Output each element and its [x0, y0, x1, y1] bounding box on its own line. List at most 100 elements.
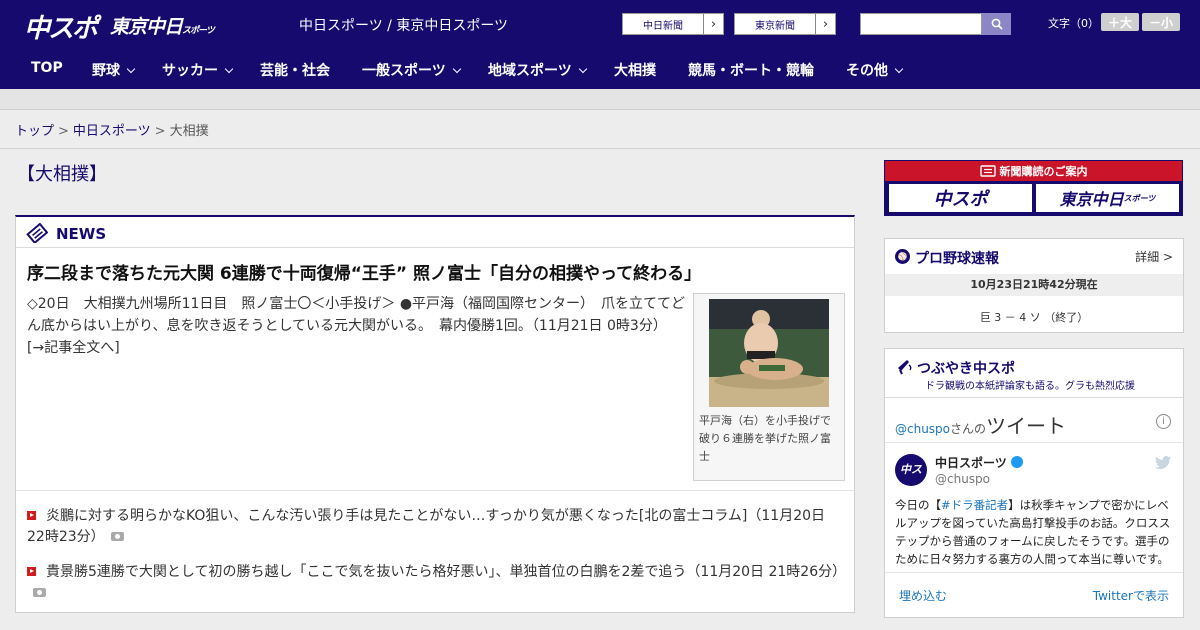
camera-icon: [33, 588, 46, 597]
nav-label: 大相撲: [614, 63, 656, 79]
chunichi-shimbun-button[interactable]: 中日新聞 ›: [622, 13, 724, 35]
nav-general-sports[interactable]: 一般スポーツ: [362, 60, 461, 80]
breadcrumb-separator: >: [154, 124, 166, 139]
camera-icon: [110, 532, 124, 541]
nav-baseball[interactable]: 野球: [92, 60, 136, 80]
chevron-down-icon: [126, 64, 136, 74]
news-header: NEWS: [16, 217, 854, 248]
play-bullet-icon: [27, 567, 36, 576]
list-item-time: （11月20日 21時26分）: [686, 564, 847, 580]
breadcrumb-separator: >: [58, 124, 69, 139]
chuspo-subscribe-logo[interactable]: 中スポ: [889, 184, 1032, 212]
newspaper-icon: [979, 165, 996, 177]
site-names[interactable]: 中日スポーツ / 東京中日スポーツ: [299, 15, 508, 35]
divider: [0, 148, 1200, 149]
nav-label: 地域スポーツ: [488, 63, 572, 79]
list-item-title[interactable]: 炎鵬に対する明らかなKO狙い、こんな汚い張り手は見たことがない…すっかり気が悪く…: [46, 508, 747, 524]
news-section: NEWS 序二段まで落ちた元大関 6連勝で十両復帰“王手” 照ノ富士「自分の相撲…: [15, 215, 855, 613]
nav-label: 芸能・社会: [260, 63, 330, 79]
timeline-heading: @chuspoさんのツイート: [895, 410, 1066, 439]
account-name-text: 中日スポーツ: [935, 456, 1007, 470]
sumo-photo-art: [709, 299, 829, 407]
play-bullet-icon: [27, 511, 36, 520]
baseball-details-link[interactable]: 詳細 >: [1135, 248, 1173, 265]
search-icon: [991, 18, 1003, 30]
nav-label: 一般スポーツ: [362, 63, 446, 79]
chevron-down-icon: [224, 64, 234, 74]
news-body[interactable]: ◇20日 大相撲九州場所11日目 照ノ富士〇＜小手投げ＞ ●平戸海（福岡国際セン…: [27, 293, 687, 359]
timeline-tweet-word: ツイート: [986, 414, 1067, 438]
verified-icon: [1010, 456, 1023, 468]
tweets-subtitle: ドラ観戦の本紙評論家も語る。グラも熱烈応援: [925, 381, 1135, 392]
baseball-score[interactable]: 巨 3 － 4 ソ （終了）: [885, 309, 1183, 325]
nav-sumo[interactable]: 大相撲: [614, 60, 656, 80]
breadcrumb-chunichi[interactable]: 中日スポーツ: [73, 124, 151, 139]
subscription-label: 新聞購読のご案内: [999, 165, 1088, 178]
sumo-photo[interactable]: [709, 299, 829, 407]
search-button[interactable]: [982, 13, 1011, 35]
nav-soccer[interactable]: サッカー: [162, 60, 234, 80]
chunichi-shimbun-label: 中日新聞: [643, 20, 683, 32]
top-header: 中スポ 東京中日スポーツ 中日スポーツ / 東京中日スポーツ 中日新聞 › 東京…: [0, 0, 1200, 48]
photo-caption: 平戸海（右）を小手投げで破り６連勝を挙げた照ノ富士: [699, 414, 831, 463]
pro-baseball-panel: ⚾ プロ野球速報 詳細 > 10月23日21時42分現在 巨 3 － 4 ソ （…: [884, 238, 1184, 333]
subscription-banner[interactable]: 新聞購読のご案内 中スポ 東京中日 スポーツ: [884, 160, 1183, 216]
chuspo-logo[interactable]: 中スポ: [24, 8, 98, 45]
chevron-down-icon: [578, 64, 587, 74]
nav-label: その他: [846, 63, 888, 79]
tweets-panel: つぶやき中スポ ドラ観戦の本紙評論家も語る。グラも熱烈応援 @chuspoさんの…: [884, 348, 1184, 618]
chevron-down-icon: [452, 64, 461, 74]
breadcrumb-current: 大相撲: [169, 124, 209, 139]
nav-racing[interactable]: 競馬・ボート・競輪: [688, 60, 814, 80]
avatar[interactable]: 中スポ: [895, 454, 927, 508]
breadcrumb-top[interactable]: トップ: [15, 124, 54, 139]
font-smaller-button[interactable]: －小: [1142, 13, 1180, 31]
tokyo-subscribe-main: 東京中日: [1059, 190, 1124, 209]
news-photo-card[interactable]: 平戸海（右）を小手投げで破り６連勝を挙げた照ノ富士: [693, 293, 845, 481]
tokyo-shimbun-button[interactable]: 東京新聞 ›: [734, 13, 836, 35]
tokyo-chunichi-logo[interactable]: 東京中日スポーツ: [110, 12, 215, 39]
newspaper-icon: [26, 223, 48, 243]
tokyo-logo-main: 東京中日: [110, 16, 183, 38]
nav-label: サッカー: [162, 63, 218, 79]
nav-other[interactable]: その他: [846, 60, 904, 80]
megaphone-icon: [898, 360, 912, 375]
chevron-right-icon: ›: [815, 14, 835, 34]
baseball-updated: 10月23日21時42分現在: [885, 274, 1183, 296]
tweet-footer: 埋め込む Twitterで表示: [885, 572, 1183, 618]
nav-entertainment[interactable]: 芸能・社会: [260, 60, 330, 80]
nav-top[interactable]: TOP: [31, 60, 63, 76]
news-headline[interactable]: 序二段まで落ちた元大関 6連勝で十両復帰“王手” 照ノ富士「自分の相撲やって終わ…: [27, 259, 701, 284]
timeline-handle[interactable]: @chuspo: [895, 422, 950, 436]
tokyo-shimbun-label: 東京新聞: [755, 20, 795, 32]
font-larger-button[interactable]: ＋大: [1101, 13, 1139, 31]
info-icon[interactable]: i: [1156, 414, 1171, 429]
embed-link[interactable]: 埋め込む: [899, 587, 947, 604]
tweet-text-pre: 今日の【: [895, 498, 941, 512]
nav-label: 野球: [92, 63, 120, 79]
list-item[interactable]: 貴景勝5連勝で大関として初の勝ち越し「ここで気を抜いたら格好悪い」、単独首位の白…: [27, 562, 847, 604]
list-item[interactable]: 炎鵬に対する明らかなKO狙い、こんな汚い張り手は見たことがない…すっかり気が悪く…: [27, 506, 847, 548]
view-on-twitter-link[interactable]: Twitterで表示: [1093, 587, 1169, 604]
list-item-title[interactable]: 貴景勝5連勝で大関として初の勝ち越し「ここで気を抜いたら格好悪い」、単独首位の白…: [46, 564, 686, 580]
search-input[interactable]: [860, 13, 982, 35]
sub-nav-stripe: [0, 89, 1200, 110]
nav-local-sports[interactable]: 地域スポーツ: [488, 60, 587, 80]
tokyo-logo-small: スポーツ: [182, 26, 215, 36]
nav-label: 競馬・ボート・競輪: [688, 63, 814, 79]
tokyo-subscribe-small: スポーツ: [1123, 193, 1156, 203]
news-divider: [16, 490, 854, 491]
tokyo-subscribe-logo[interactable]: 東京中日 スポーツ: [1036, 184, 1179, 212]
tweets-title: つぶやき中スポ: [917, 361, 1015, 377]
twitter-bird-icon[interactable]: [1155, 456, 1171, 469]
timeline-handle-suffix: さんの: [950, 422, 987, 436]
twitter-embed: @chuspoさんのツイート i 中スポ 中日スポーツ @chuspo 今日の【…: [885, 397, 1183, 617]
tweet-account-handle[interactable]: @chuspo: [935, 472, 990, 486]
tweet-text: 今日の【#ドラ番記者】は秋季キャンプで密かにレベルアップを図っていた高島打撃投手…: [895, 496, 1173, 570]
tweet-account-name[interactable]: 中日スポーツ: [935, 454, 1023, 471]
subscription-header: 新聞購読のご案内: [885, 161, 1182, 181]
main-nav: TOP 野球 サッカー 芸能・社会 一般スポーツ 地域スポーツ 大相撲 競馬・ボ…: [0, 48, 1200, 89]
divider: [885, 442, 1183, 443]
chevron-right-icon: ›: [703, 14, 723, 34]
hashtag-link[interactable]: #ドラ番記者: [941, 498, 1008, 512]
